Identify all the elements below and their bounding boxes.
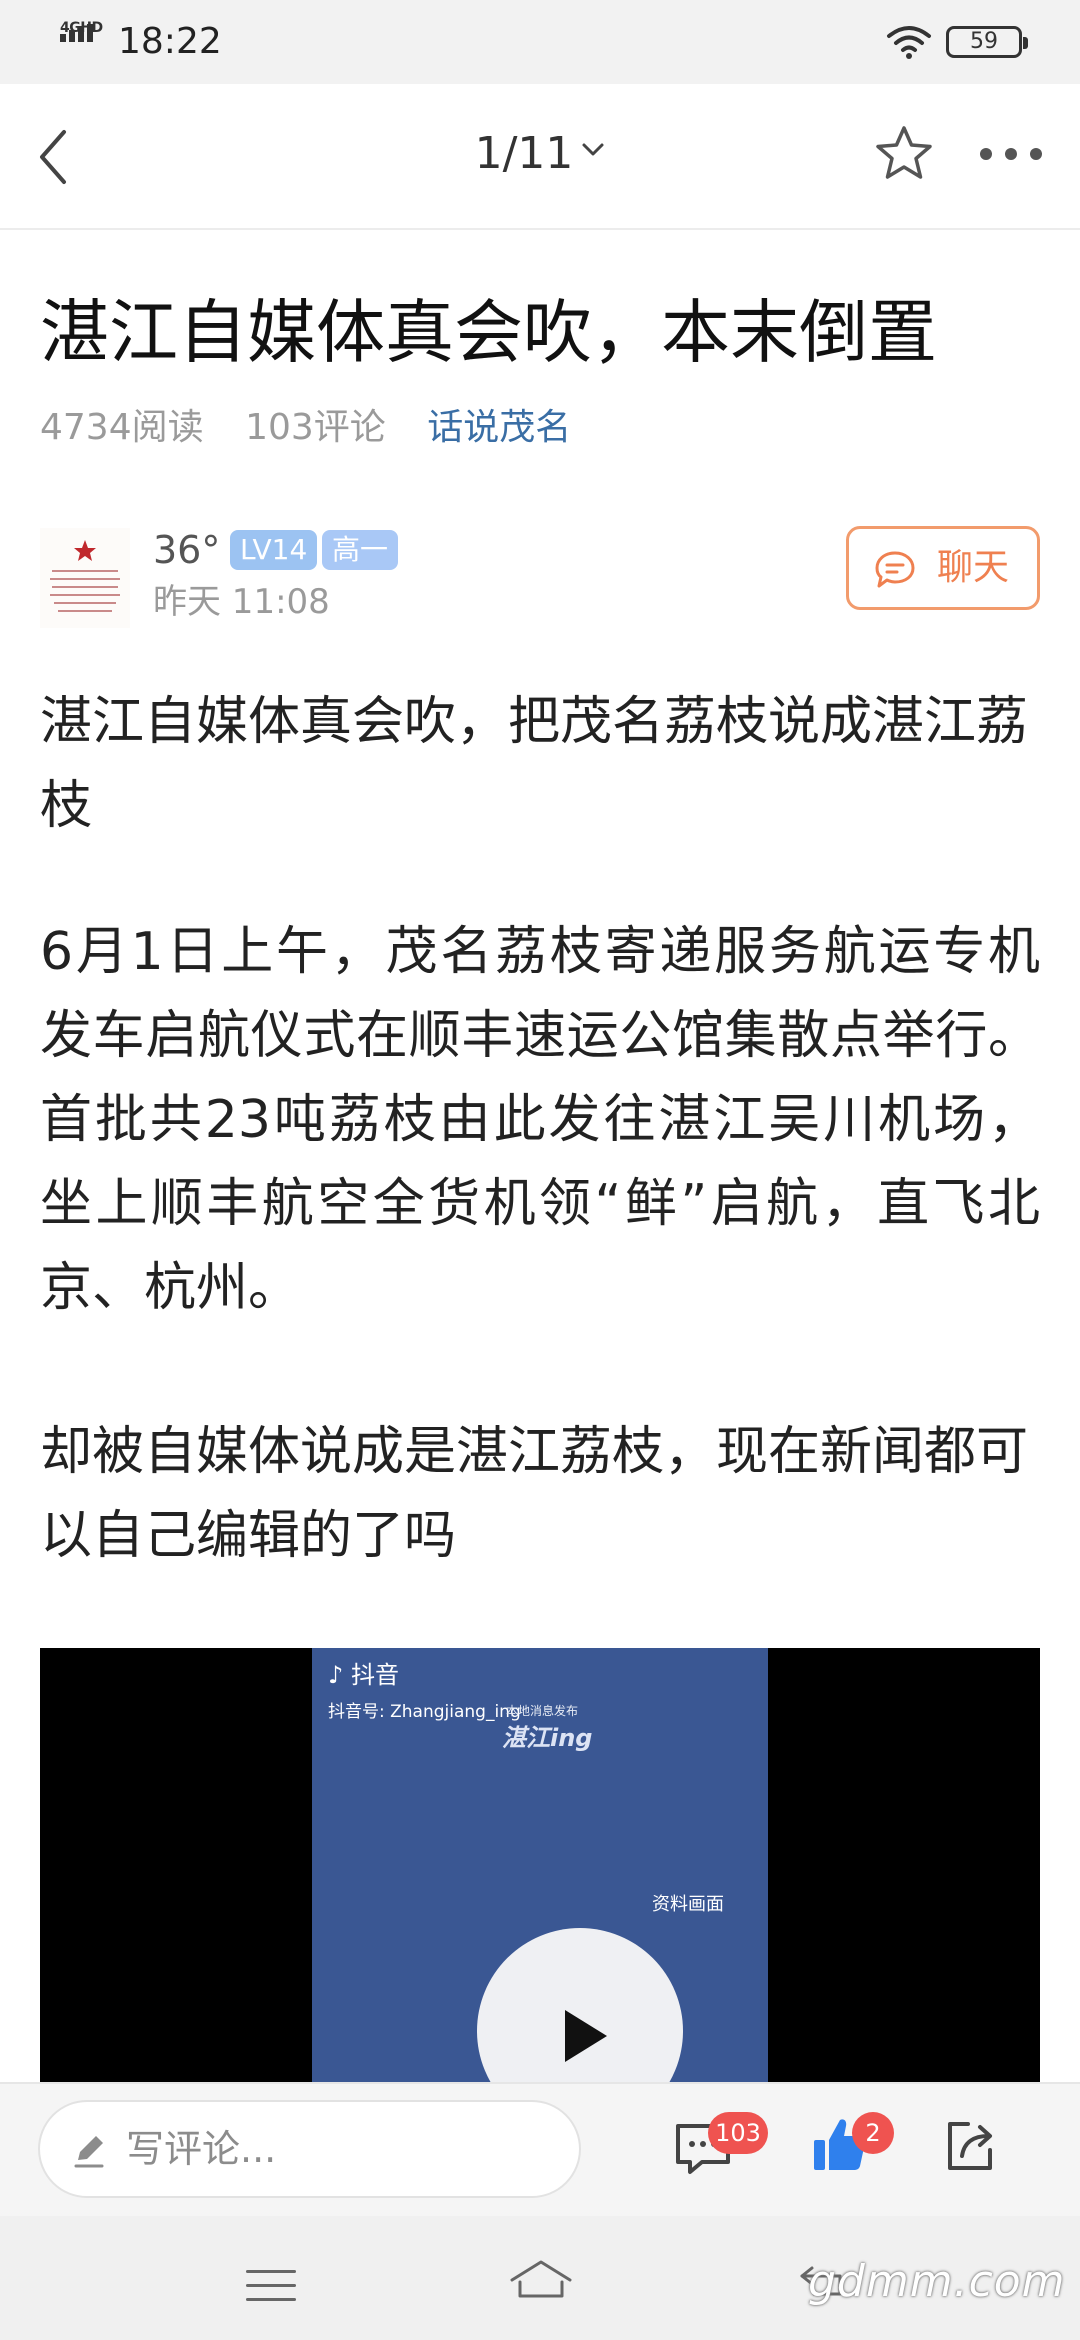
- tiktok-logo: ♪ 抖音: [328, 1661, 399, 1689]
- comments-count-badge: 103: [708, 2112, 768, 2154]
- article-paragraph: 却被自媒体说成是湛江荔枝，现在新闻都可以自己编辑的了吗: [40, 1422, 1029, 1566]
- comment-input[interactable]: 写评论...: [38, 2100, 581, 2198]
- likes-count-badge: 2: [852, 2112, 894, 2154]
- page-counter-text: 1/11: [474, 128, 574, 179]
- play-icon: [565, 2010, 607, 2062]
- pen-icon: [74, 2136, 104, 2168]
- article-title: 湛江自媒体真会吹，本末倒置: [40, 293, 937, 373]
- system-nav-bar: gdmm.com: [0, 2216, 1080, 2340]
- chat-button[interactable]: 聊天: [846, 526, 1040, 610]
- read-count: 4734阅读: [40, 407, 204, 448]
- battery-icon: 59: [946, 26, 1028, 58]
- network-indicator: 4GHD: [58, 20, 108, 60]
- comment-count-text: 103评论: [245, 407, 386, 448]
- top-nav-bar: 1/11: [0, 84, 1080, 230]
- share-icon[interactable]: [942, 2118, 998, 2174]
- post-time: 昨天 11:08: [153, 582, 330, 622]
- article-paragraph: 湛江自媒体真会吹，把茂名荔枝说成湛江荔枝: [40, 692, 1029, 836]
- back-icon[interactable]: [30, 120, 74, 194]
- star-icon[interactable]: [872, 122, 936, 186]
- grade-badge: 高一: [322, 530, 399, 570]
- bottom-action-bar: 写评论... 103 2: [0, 2082, 1080, 2216]
- video-watermark: 湛江ing: [502, 1724, 593, 1752]
- author-row: 36° LV14 高一 昨天 11:08 聊天: [40, 520, 1040, 630]
- comment-placeholder: 写评论...: [126, 2127, 277, 2171]
- page-counter-dropdown[interactable]: 1/11: [440, 124, 640, 184]
- wifi-icon: [887, 26, 931, 59]
- status-time: 18:22: [118, 21, 222, 62]
- status-bar: 4GHD 18:22 59: [0, 0, 1080, 84]
- video-watermark-sub: 本地消息发布: [506, 1704, 579, 1718]
- site-watermark: gdmm.com: [808, 2256, 1066, 2307]
- avatar[interactable]: [40, 528, 130, 628]
- video-player[interactable]: ♪ 抖音 抖音号: Zhangjiang_ing 本地消息发布 湛江ing 资料…: [40, 1648, 1040, 2082]
- menu-icon[interactable]: [246, 2266, 296, 2306]
- chat-icon: [875, 551, 915, 588]
- topic-link[interactable]: 话说茂名: [427, 407, 571, 448]
- chat-label: 聊天: [937, 547, 1010, 588]
- more-icon[interactable]: [976, 144, 1046, 164]
- article-paragraph: 6月1日上午，茂名荔枝寄递服务航运专机发车启航仪式在顺丰速运公馆集散点举行。首批…: [40, 922, 1040, 1318]
- level-badge: LV14: [230, 530, 318, 570]
- home-icon[interactable]: [506, 2256, 576, 2306]
- article-meta: 4734阅读 103评论 话说茂名: [40, 400, 601, 456]
- author-name[interactable]: 36°: [153, 526, 220, 574]
- battery-level: 59: [970, 29, 998, 54]
- platform-name: 抖音: [350, 1661, 399, 1689]
- tiktok-account: 抖音号: Zhangjiang_ing: [328, 1702, 521, 1722]
- video-caption: 资料画面: [652, 1894, 724, 1915]
- chevron-down-icon: [582, 143, 604, 156]
